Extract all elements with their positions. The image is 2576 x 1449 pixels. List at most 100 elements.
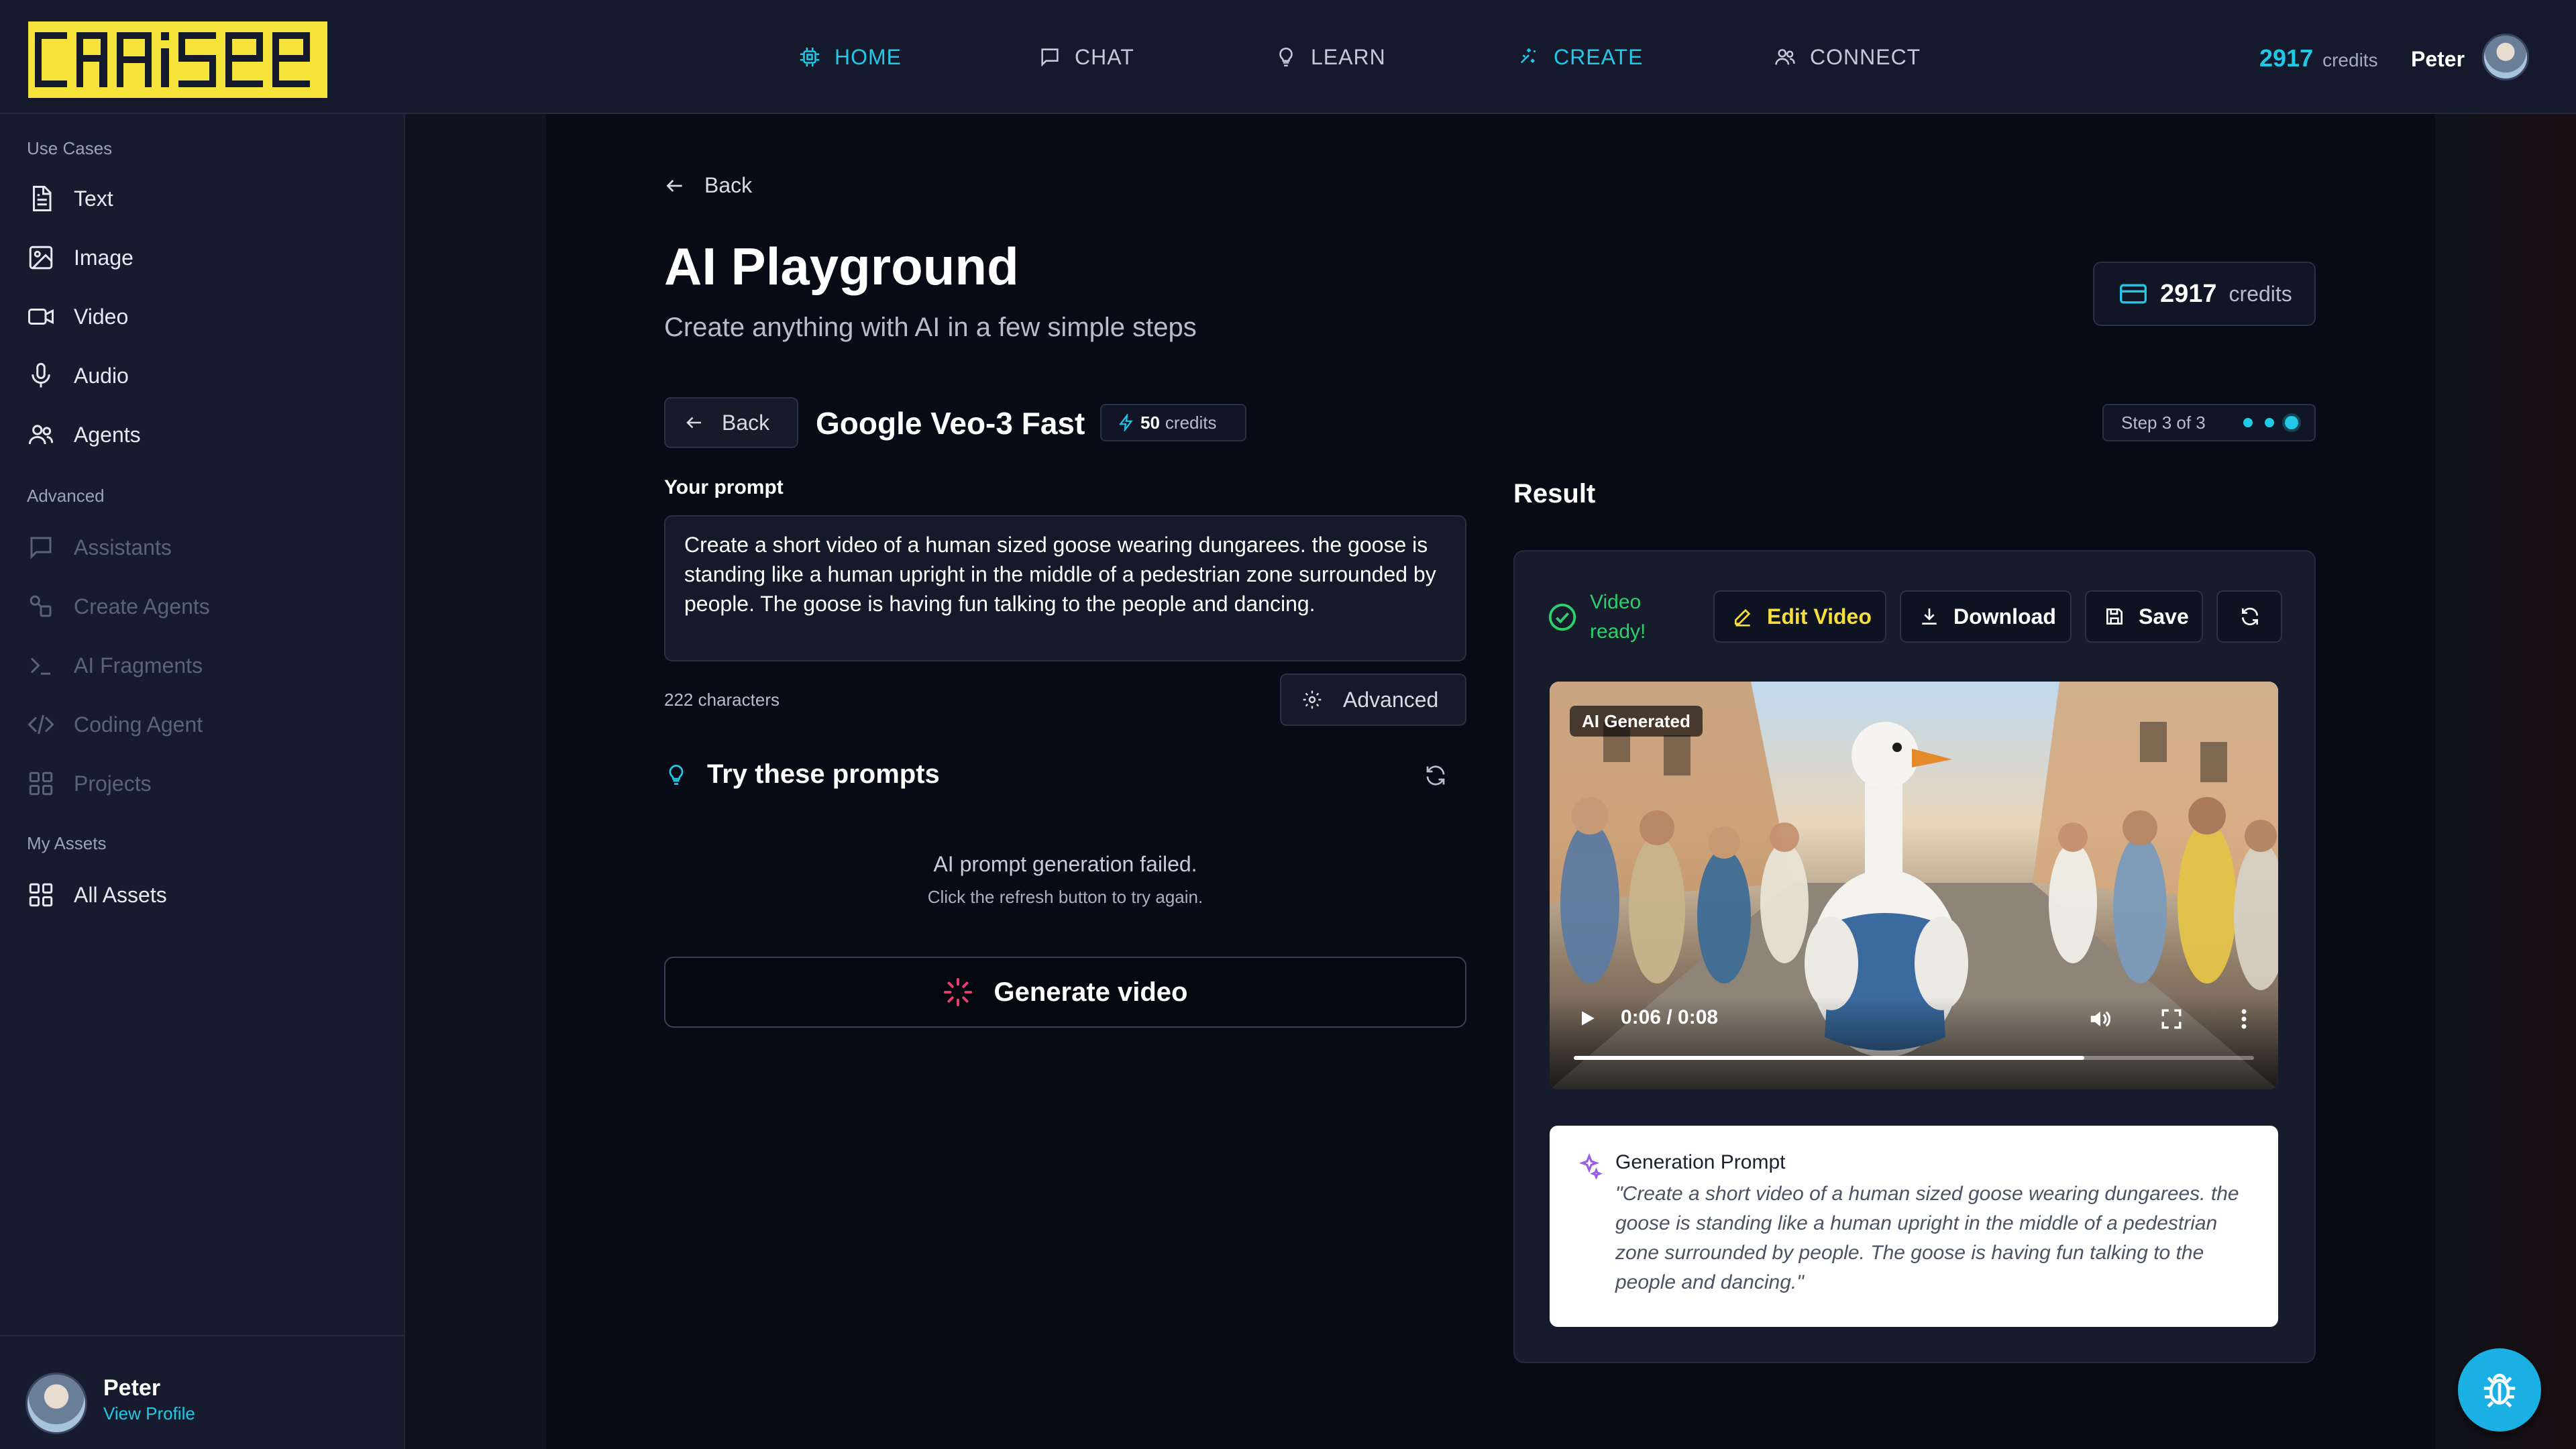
microphone-icon xyxy=(32,363,50,388)
sidebar: Use Cases Text Image Video Audio Agents … xyxy=(0,114,405,1449)
refresh-icon[interactable] xyxy=(1424,763,1448,788)
generate-video-button[interactable]: Generate video xyxy=(664,957,1466,1028)
prompt-label: Your prompt xyxy=(664,476,784,498)
sidebar-item-label: Projects xyxy=(74,771,152,796)
sidebar-item-coding-agent[interactable]: Coding Agent xyxy=(27,704,203,745)
cost-label: credits xyxy=(1165,412,1217,433)
users-icon xyxy=(1775,49,1795,65)
nav-connect[interactable]: CONNECT xyxy=(1774,0,1921,114)
bug-icon xyxy=(2483,1373,2516,1408)
fullscreen-icon[interactable] xyxy=(2160,1008,2183,1030)
bug-report-button[interactable] xyxy=(2458,1348,2541,1432)
nav-chat[interactable]: CHAT xyxy=(1038,0,1134,114)
back-button-label: Back xyxy=(722,410,770,435)
video-progress-bar[interactable] xyxy=(1574,1056,2254,1060)
main-gutter-right xyxy=(2435,114,2576,1449)
download-label: Download xyxy=(1953,604,2056,629)
download-button[interactable]: Download xyxy=(1900,590,2072,643)
shapes-icon xyxy=(30,595,52,617)
sidebar-item-projects[interactable]: Projects xyxy=(27,763,152,804)
back-button[interactable]: Back xyxy=(664,397,798,448)
step-dot xyxy=(2243,418,2253,427)
back-link-label: Back xyxy=(704,173,753,197)
users-icon xyxy=(28,425,54,445)
credits-value: 2917 xyxy=(2160,279,2217,308)
sidebar-item-all-assets[interactable]: All Assets xyxy=(27,875,167,915)
ai-generated-badge: AI Generated xyxy=(1570,706,1703,737)
nav-label: LEARN xyxy=(1311,44,1386,69)
section-label-my-assets: My Assets xyxy=(27,833,107,853)
step-label: Step 3 of 3 xyxy=(2121,412,2206,433)
avatar[interactable] xyxy=(25,1373,87,1434)
sidebar-item-assistants[interactable]: Assistants xyxy=(27,527,172,568)
volume-icon[interactable] xyxy=(2088,1006,2113,1032)
sidebar-item-label: Image xyxy=(74,245,133,270)
image-icon xyxy=(29,246,53,270)
refresh-icon xyxy=(2242,607,2258,626)
brand-logo[interactable] xyxy=(28,21,327,98)
sparkles-icon xyxy=(1520,48,1536,64)
sidebar-profile[interactable]: Peter View Profile xyxy=(0,1335,404,1449)
video-status-label: Video ready! xyxy=(1590,591,1646,643)
step-dot-current xyxy=(2285,416,2298,429)
advanced-button[interactable]: Advanced xyxy=(1280,674,1466,726)
model-cost-badge: 50 credits xyxy=(1100,404,1246,441)
save-button[interactable]: Save xyxy=(2085,590,2203,643)
generation-prompt-title: Generation Prompt xyxy=(1615,1151,1786,1173)
more-options-icon[interactable] xyxy=(2234,1006,2254,1032)
header-user-name[interactable]: Peter xyxy=(2411,47,2465,72)
nav-learn[interactable]: LEARN xyxy=(1275,0,1386,114)
credits-label: credits xyxy=(2322,50,2378,70)
credits-value: 2917 xyxy=(2259,44,2314,72)
spinner-icon xyxy=(944,977,973,1007)
sidebar-item-agents[interactable]: Agents xyxy=(27,415,141,455)
sidebar-item-label: Video xyxy=(74,304,129,329)
advanced-label: Advanced xyxy=(1343,687,1439,712)
sidebar-item-label: AI Fragments xyxy=(74,653,203,678)
sidebar-item-ai-fragments[interactable]: AI Fragments xyxy=(27,645,203,686)
avatar[interactable] xyxy=(2482,34,2529,80)
sidebar-item-video[interactable]: Video xyxy=(27,297,128,337)
chip-icon xyxy=(800,47,820,67)
grid-icon xyxy=(29,771,53,796)
section-label-advanced: Advanced xyxy=(27,486,105,506)
nav-label: HOME xyxy=(835,44,902,69)
generation-prompt-card: Generation Prompt "Create a short video … xyxy=(1550,1126,2278,1327)
nav-label: CONNECT xyxy=(1810,44,1921,69)
sidebar-item-text[interactable]: Text xyxy=(27,178,113,219)
grid-icon xyxy=(29,883,53,907)
top-bar: HOME CHAT LEARN CREATE CONNECT 2917 cred… xyxy=(0,0,2576,114)
video-icon xyxy=(28,309,54,325)
sidebar-item-label: All Assets xyxy=(74,882,167,907)
sidebar-item-create-agents[interactable]: Create Agents xyxy=(27,586,210,627)
section-label-use-cases: Use Cases xyxy=(27,138,113,158)
step-indicator: Step 3 of 3 xyxy=(2102,404,2316,441)
lightbulb-icon xyxy=(669,764,684,785)
sidebar-item-label: Create Agents xyxy=(74,594,210,619)
model-name: Google Veo-3 Fast xyxy=(816,406,1085,441)
nav-create[interactable]: CREATE xyxy=(1517,0,1643,114)
prompt-textarea[interactable]: Create a short video of a human sized go… xyxy=(664,515,1466,661)
video-progress-fill xyxy=(1574,1056,2084,1060)
credits-label: credits xyxy=(2229,281,2292,306)
credits-card: 2917 credits xyxy=(2093,262,2316,326)
regenerate-button[interactable] xyxy=(2216,590,2282,643)
play-icon[interactable] xyxy=(1576,1008,1598,1029)
generation-prompt-text: "Create a short video of a human sized g… xyxy=(1615,1183,2239,1293)
document-icon xyxy=(33,186,52,211)
video-time: 0:06 / 0:08 xyxy=(1621,1006,1719,1028)
sidebar-item-audio[interactable]: Audio xyxy=(27,356,129,396)
sidebar-item-label: Agents xyxy=(74,422,141,447)
sidebar-item-image[interactable]: Image xyxy=(27,237,133,278)
back-link[interactable]: Back xyxy=(664,173,752,198)
edit-video-label: Edit Video xyxy=(1767,604,1872,629)
sidebar-item-label: Assistants xyxy=(74,535,172,559)
view-profile-link[interactable]: View Profile xyxy=(103,1403,195,1424)
cost-value: 50 xyxy=(1140,412,1160,433)
nav-home[interactable]: HOME xyxy=(798,0,902,114)
suggestions-error: AI prompt generation failed. xyxy=(933,852,1197,876)
suggestions-title-label: Try these prompts xyxy=(707,759,940,789)
suggestions-title: Try these prompts xyxy=(664,759,940,790)
edit-video-button[interactable]: Edit Video xyxy=(1713,590,1886,643)
sidebar-item-label: Audio xyxy=(74,363,129,388)
